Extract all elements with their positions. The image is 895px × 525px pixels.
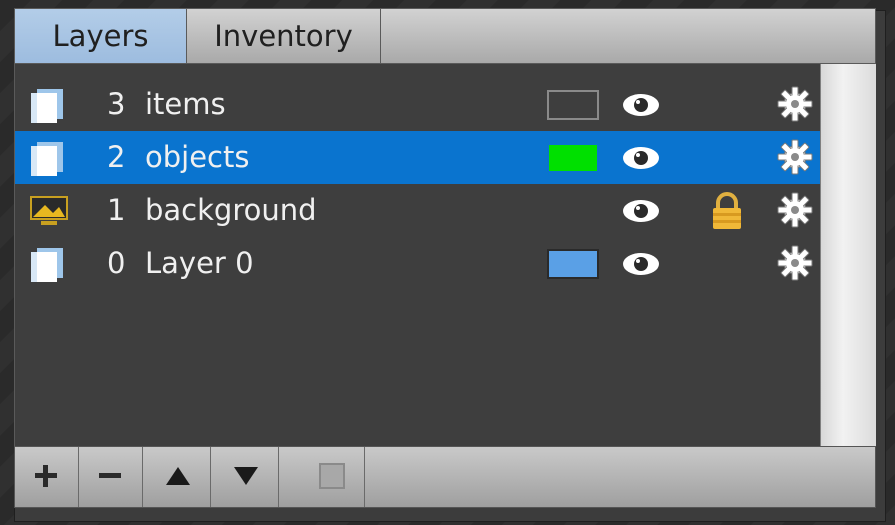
vertical-scrollbar[interactable]: [820, 64, 876, 446]
layer-color-swatch[interactable]: [547, 143, 599, 173]
layer-toolbar: [14, 446, 876, 508]
layer-name: background: [145, 193, 317, 227]
layer-index: 1: [107, 193, 126, 227]
layer-row-selected[interactable]: 2 objects: [15, 131, 821, 184]
layer-name: items: [145, 87, 226, 121]
layer-row[interactable]: 1 background: [15, 184, 821, 237]
remove-layer-button[interactable]: [79, 447, 143, 507]
layer-icon: [31, 142, 63, 176]
layer-color-swatch[interactable]: [547, 90, 599, 120]
layer-index: 2: [107, 140, 126, 174]
layer-properties-button[interactable]: [301, 447, 365, 507]
layer-name: objects: [145, 140, 250, 174]
image-layer-icon: [30, 196, 68, 225]
move-layer-down-button[interactable]: [215, 447, 279, 507]
tab-bar: Layers Inventory: [14, 8, 876, 64]
layer-icon: [31, 89, 63, 123]
move-up-icon: [166, 467, 190, 485]
gear-icon[interactable]: [777, 86, 813, 122]
layer-row[interactable]: 0 Layer 0: [15, 237, 821, 290]
layer-icon: [31, 248, 63, 282]
layer-row[interactable]: 3 items: [15, 78, 821, 131]
lock-icon[interactable]: [709, 191, 745, 231]
layer-color-swatch[interactable]: [547, 249, 599, 279]
add-layer-button[interactable]: [15, 447, 79, 507]
gear-icon[interactable]: [777, 139, 813, 175]
eye-icon[interactable]: [621, 198, 661, 224]
layer-index: 3: [107, 87, 126, 121]
gear-icon[interactable]: [777, 245, 813, 281]
eye-icon[interactable]: [621, 251, 661, 277]
gear-icon[interactable]: [777, 192, 813, 228]
layer-list: 3 items 2 objects 1 background 0 Layer 0: [14, 64, 821, 446]
remove-icon: [99, 473, 121, 478]
layer-index: 0: [107, 246, 126, 280]
move-down-icon: [234, 467, 258, 485]
layer-name: Layer 0: [145, 246, 254, 280]
eye-icon[interactable]: [621, 92, 661, 118]
properties-icon: [319, 463, 345, 489]
add-icon: [35, 465, 57, 487]
tab-layers[interactable]: Layers: [15, 9, 187, 63]
eye-icon[interactable]: [621, 145, 661, 171]
move-layer-up-button[interactable]: [147, 447, 211, 507]
tab-inventory[interactable]: Inventory: [187, 9, 381, 63]
